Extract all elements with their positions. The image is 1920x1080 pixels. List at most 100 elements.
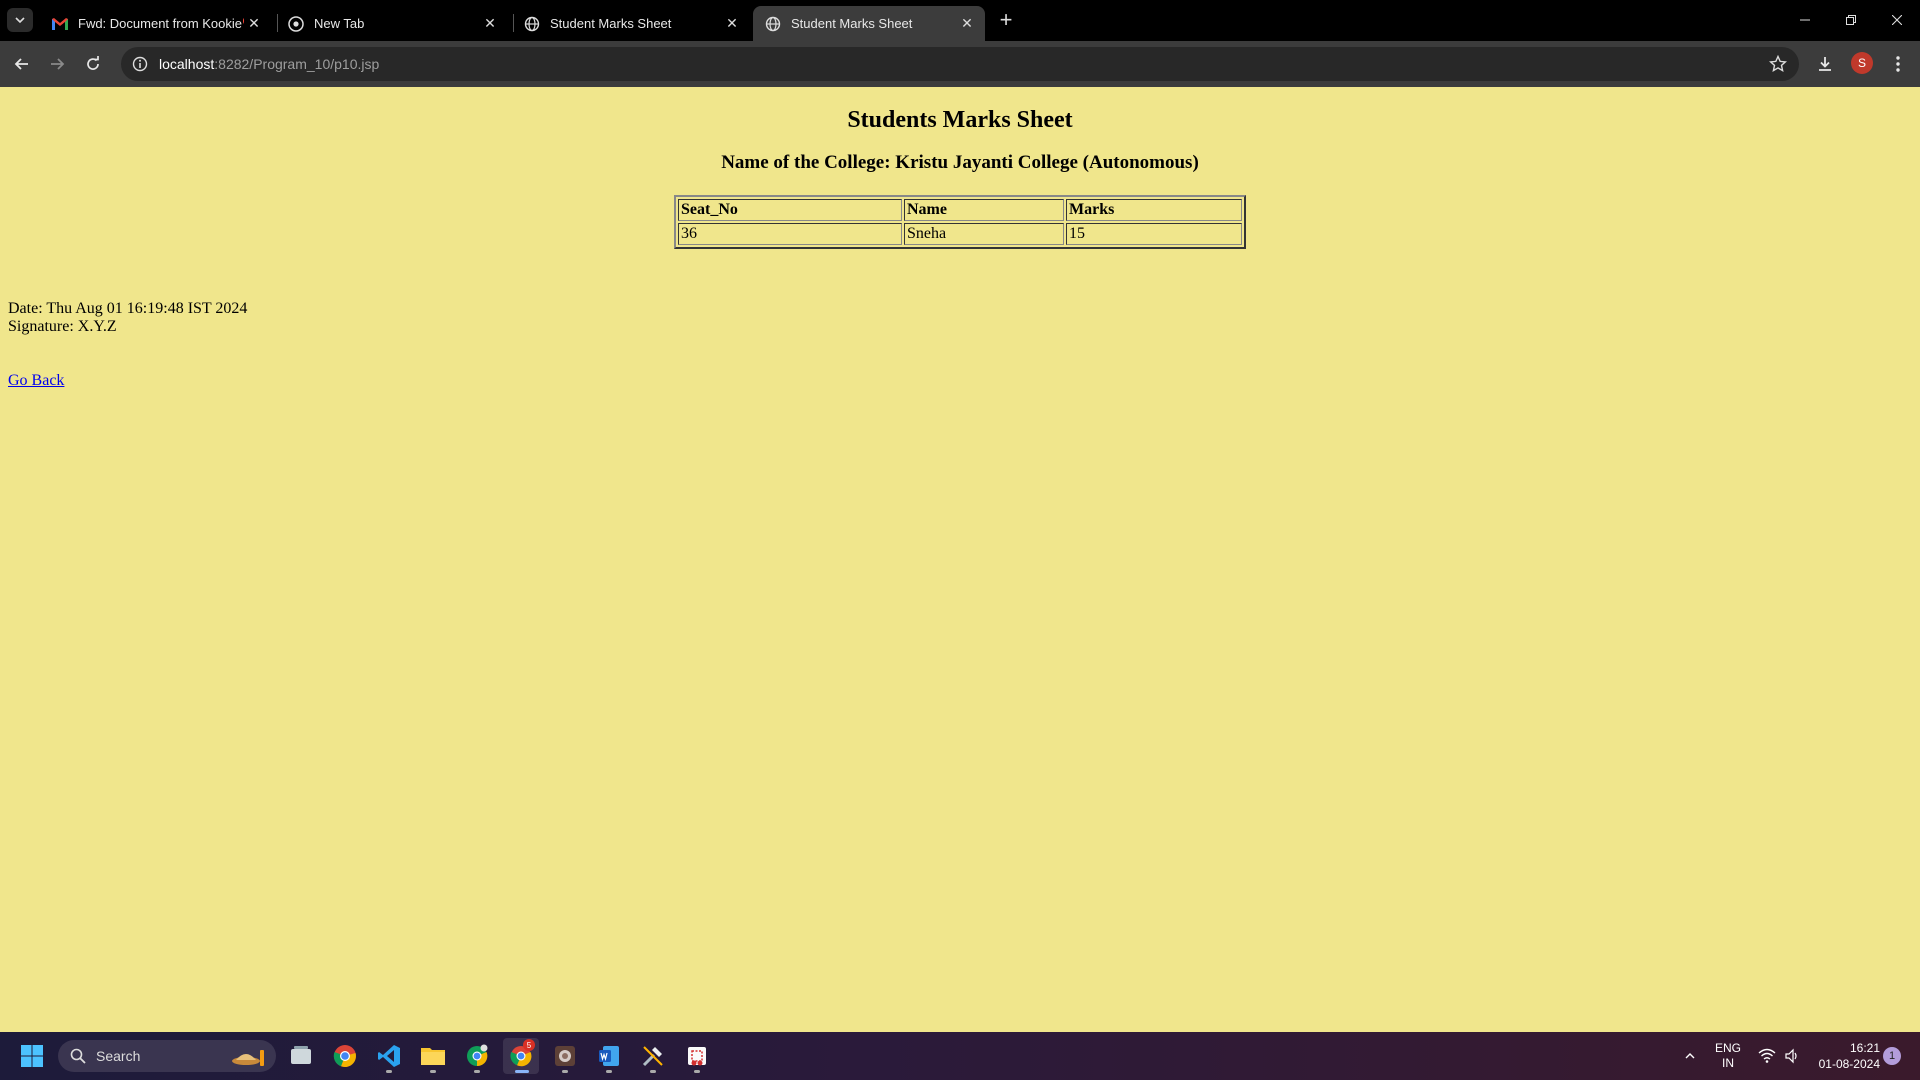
word-icon bbox=[599, 1046, 619, 1066]
url-path: :8282/Program_10/p10.jsp bbox=[214, 56, 380, 72]
url-text: localhost:8282/Program_10/p10.jsp bbox=[159, 56, 379, 72]
taskbar-chrome-profile[interactable] bbox=[459, 1038, 495, 1074]
chrome-profile-icon bbox=[467, 1044, 488, 1067]
clock-time: 16:21 bbox=[1849, 1041, 1880, 1055]
restore-button[interactable] bbox=[1828, 0, 1874, 40]
college-name: Name of the College: Kristu Jayanti Coll… bbox=[721, 152, 1199, 173]
windows-logo-icon bbox=[21, 1045, 43, 1067]
tab-title: Student Marks Sheet bbox=[791, 16, 913, 31]
close-icon[interactable]: ✕ bbox=[244, 14, 264, 34]
input-language[interactable]: ENG IN bbox=[1714, 1041, 1742, 1071]
notification-badge: 5 bbox=[523, 1039, 535, 1051]
address-bar[interactable]: localhost:8282/Program_10/p10.jsp bbox=[121, 47, 1799, 81]
taskbar-word[interactable] bbox=[591, 1038, 627, 1074]
minimize-icon bbox=[1800, 19, 1810, 21]
taskbar-snipping-tool[interactable] bbox=[679, 1038, 715, 1074]
browser-toolbar: localhost:8282/Program_10/p10.jsp S bbox=[0, 41, 1920, 87]
go-back-link[interactable]: Go Back bbox=[8, 372, 64, 390]
notification-count-badge[interactable]: 1 bbox=[1883, 1047, 1901, 1065]
volume-icon bbox=[1785, 1048, 1797, 1064]
tab-title: New Tab bbox=[314, 16, 365, 31]
date-line: Date: Thu Aug 01 16:19:48 IST 2024 bbox=[8, 300, 248, 317]
reload-button[interactable] bbox=[79, 50, 107, 78]
snipping-icon bbox=[688, 1047, 706, 1066]
back-button[interactable] bbox=[8, 50, 36, 78]
close-icon[interactable]: ✕ bbox=[957, 14, 977, 34]
table-row: 36 Sneha 15 bbox=[678, 223, 1242, 245]
running-indicator bbox=[430, 1070, 436, 1073]
close-icon[interactable]: ✕ bbox=[722, 14, 742, 34]
taskbar-file-explorer[interactable] bbox=[415, 1038, 451, 1074]
running-indicator bbox=[562, 1070, 568, 1073]
running-indicator bbox=[474, 1070, 480, 1073]
forward-button[interactable] bbox=[43, 50, 71, 78]
profile-avatar[interactable]: S bbox=[1851, 52, 1873, 74]
start-button[interactable] bbox=[14, 1038, 50, 1074]
taskbar-vscode[interactable] bbox=[371, 1038, 407, 1074]
close-icon bbox=[1892, 15, 1902, 25]
chevron-down-icon bbox=[15, 17, 25, 24]
menu-button[interactable] bbox=[1884, 50, 1912, 78]
clock[interactable]: 16:21 01-08-2024 bbox=[1810, 1040, 1880, 1072]
taskbar-search[interactable]: Search bbox=[58, 1040, 276, 1072]
folder-icon bbox=[421, 1048, 445, 1065]
bookmark-star-icon[interactable] bbox=[1768, 54, 1788, 73]
chevron-up-icon bbox=[1685, 1053, 1695, 1059]
running-indicator bbox=[650, 1070, 656, 1073]
app-icon bbox=[555, 1046, 575, 1066]
arrow-left-icon bbox=[14, 58, 28, 70]
arrow-right-icon bbox=[51, 58, 65, 70]
taskbar-app[interactable] bbox=[547, 1038, 583, 1074]
search-highlight-icon bbox=[232, 1050, 264, 1066]
tab-title: Student Marks Sheet bbox=[550, 16, 672, 31]
plus-icon: + bbox=[999, 7, 1013, 32]
taskbar-tools[interactable] bbox=[635, 1038, 671, 1074]
cell-marks: 15 bbox=[1066, 223, 1242, 245]
close-icon[interactable]: ✕ bbox=[480, 14, 500, 34]
tab-student-marks-active[interactable]: Student Marks Sheet ✕ bbox=[753, 6, 985, 41]
table-header-row: Seat_No Name Marks bbox=[678, 199, 1242, 221]
footer-info: Date: Thu Aug 01 16:19:48 IST 2024 Signa… bbox=[8, 300, 247, 336]
page-title: Students Marks Sheet bbox=[847, 107, 1073, 133]
chrome-icon bbox=[288, 15, 304, 32]
running-indicator bbox=[694, 1070, 700, 1073]
cell-seat-no: 36 bbox=[678, 223, 902, 245]
tab-student-marks-1[interactable]: Student Marks Sheet ✕ bbox=[512, 6, 750, 41]
quick-settings-button[interactable] bbox=[1752, 1038, 1806, 1074]
close-window-button[interactable] bbox=[1874, 0, 1920, 40]
tools-icon bbox=[642, 1046, 663, 1067]
reload-icon bbox=[87, 56, 99, 70]
globe-icon bbox=[765, 16, 781, 32]
tab-title: Fwd: Document from Kookie❤️ bbox=[78, 15, 244, 31]
minimize-button[interactable] bbox=[1782, 0, 1828, 40]
chrome-icon bbox=[333, 1045, 356, 1068]
lang-region: IN bbox=[1722, 1056, 1734, 1070]
url-host: localhost bbox=[159, 56, 215, 72]
restore-icon bbox=[1846, 15, 1856, 25]
kebab-menu-icon bbox=[1896, 56, 1900, 72]
cell-name: Sneha bbox=[904, 223, 1064, 245]
tab-new-tab[interactable]: New Tab ✕ bbox=[276, 6, 508, 41]
download-icon bbox=[1819, 57, 1831, 71]
tab-gmail[interactable]: Fwd: Document from Kookie❤️ ✕ bbox=[40, 6, 272, 41]
running-indicator bbox=[515, 1070, 529, 1073]
wifi-icon bbox=[1758, 1048, 1776, 1063]
taskbar-chrome-active[interactable]: 5 bbox=[503, 1038, 539, 1074]
show-hidden-icons-button[interactable] bbox=[1672, 1038, 1708, 1074]
info-icon[interactable] bbox=[131, 55, 149, 73]
gmail-icon bbox=[52, 16, 68, 32]
header-name: Name bbox=[904, 199, 1064, 221]
taskbar-chrome[interactable] bbox=[327, 1038, 363, 1074]
header-seat-no: Seat_No bbox=[678, 199, 902, 221]
new-tab-button[interactable]: + bbox=[992, 7, 1020, 32]
page-content: Students Marks Sheet Name of the College… bbox=[0, 87, 1920, 1032]
taskbar: Search 5 ENG IN 16:21 01-08-2024 1 bbox=[0, 1032, 1920, 1080]
vscode-icon bbox=[378, 1045, 400, 1067]
tab-search-button[interactable] bbox=[7, 8, 33, 32]
marks-table: Seat_No Name Marks 36 Sneha 15 bbox=[674, 195, 1246, 249]
tab-strip: Fwd: Document from Kookie❤️ ✕ New Tab ✕ … bbox=[0, 0, 1920, 41]
downloads-button[interactable] bbox=[1811, 50, 1839, 78]
taskbar-task-view[interactable] bbox=[283, 1038, 319, 1074]
clock-date: 01-08-2024 bbox=[1818, 1057, 1880, 1071]
search-icon bbox=[70, 1048, 86, 1064]
